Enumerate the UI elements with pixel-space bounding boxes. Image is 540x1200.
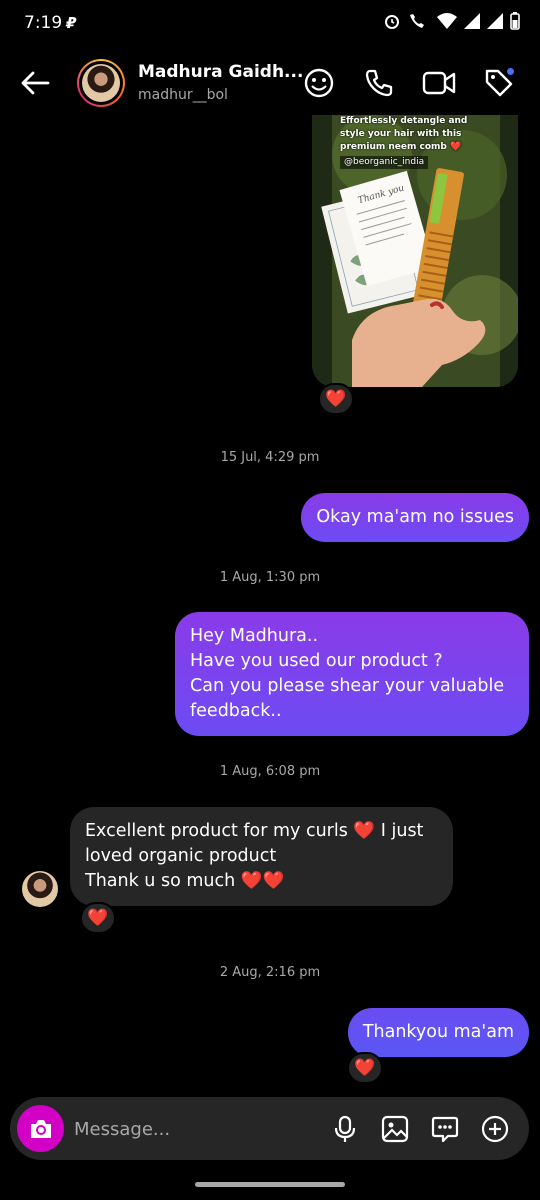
signal-icon: [464, 13, 480, 29]
outgoing-message[interactable]: Thankyou ma'am: [347, 1008, 529, 1057]
microphone-icon: [334, 1115, 356, 1142]
outgoing-message[interactable]: Okay ma'am no issues: [301, 493, 529, 542]
shared-post[interactable]: Thank you Effortlessly detangle and styl…: [312, 115, 518, 387]
avatar-photo: [82, 64, 120, 102]
back-button[interactable]: [16, 64, 54, 102]
contact-avatar[interactable]: [77, 59, 125, 107]
post-caption-text: Effortlessly detangle and style your hai…: [340, 116, 468, 152]
message-line: Thankyou ma'am: [362, 1022, 514, 1042]
notification-dot: [506, 67, 515, 76]
message-timestamp: 15 Jul, 4:29 pm: [220, 450, 320, 465]
more-options-button[interactable]: [476, 1110, 514, 1148]
status-bar: 7:19 ₽: [0, 0, 540, 48]
video-camera-icon: [422, 71, 456, 95]
status-icons: [383, 12, 520, 30]
message-line: Have you used our product ?: [190, 651, 443, 671]
gallery-button[interactable]: [376, 1110, 414, 1148]
contact-username[interactable]: madhur__bol: [138, 87, 228, 103]
payment-app-icon: ₽: [66, 14, 77, 32]
message-input[interactable]: [74, 1115, 314, 1143]
sender-avatar[interactable]: [22, 871, 58, 907]
wifi-icon: [437, 13, 457, 29]
incoming-message[interactable]: Excellent product for my curls ❤️ I just…: [70, 807, 453, 906]
post-caption: Effortlessly detangle and style your hai…: [340, 115, 490, 169]
camera-icon: [30, 1119, 51, 1138]
signal-2-icon: [487, 13, 503, 29]
call-button[interactable]: [360, 64, 398, 102]
sticker-face-icon: [304, 68, 334, 98]
tag-button[interactable]: [480, 64, 518, 102]
plus-circle-icon: [481, 1115, 509, 1143]
message-line: Excellent product for my curls ❤️ I just: [85, 821, 424, 841]
gallery-icon: [381, 1115, 409, 1143]
contact-name[interactable]: Madhura Gaidh...: [138, 62, 303, 82]
message-timestamp: 1 Aug, 6:08 pm: [219, 764, 321, 779]
message-timestamp: 1 Aug, 1:30 pm: [219, 570, 321, 585]
reaction-heart[interactable]: ❤️: [80, 902, 116, 934]
post-handle: @beorganic_india: [340, 156, 429, 169]
message-line: Hey Madhura..: [190, 626, 319, 646]
message-line: Thank u so much ❤️❤️: [85, 871, 285, 891]
message-line: Can you please shear your valuable: [190, 676, 505, 696]
chat-bubble-icon: [431, 1116, 459, 1143]
quick-replies-button[interactable]: [426, 1110, 464, 1148]
video-call-button[interactable]: [420, 64, 458, 102]
camera-button[interactable]: [17, 1105, 64, 1152]
battery-icon: [510, 12, 520, 30]
alarm-icon: [385, 15, 399, 29]
home-indicator[interactable]: [195, 1182, 345, 1187]
message-line: loved organic product: [85, 846, 277, 866]
status-time: 7:19: [24, 13, 63, 33]
message-composer: [10, 1097, 529, 1160]
phone-icon: [365, 69, 393, 97]
chat-header: Madhura Gaidh... madhur__bol: [0, 52, 540, 114]
reaction-heart[interactable]: ❤️: [318, 383, 354, 415]
message-timestamp: 2 Aug, 2:16 pm: [219, 965, 321, 980]
back-arrow-icon: [21, 71, 50, 95]
wifi-call-icon: [410, 14, 424, 28]
voice-message-button[interactable]: [326, 1110, 364, 1148]
outgoing-message[interactable]: Hey Madhura.. Have you used our product …: [175, 612, 529, 736]
message-line: feedback..: [190, 701, 282, 721]
stickers-button[interactable]: [300, 64, 338, 102]
message-line: Okay ma'am no issues: [316, 507, 514, 527]
reaction-heart[interactable]: ❤️: [347, 1052, 383, 1084]
